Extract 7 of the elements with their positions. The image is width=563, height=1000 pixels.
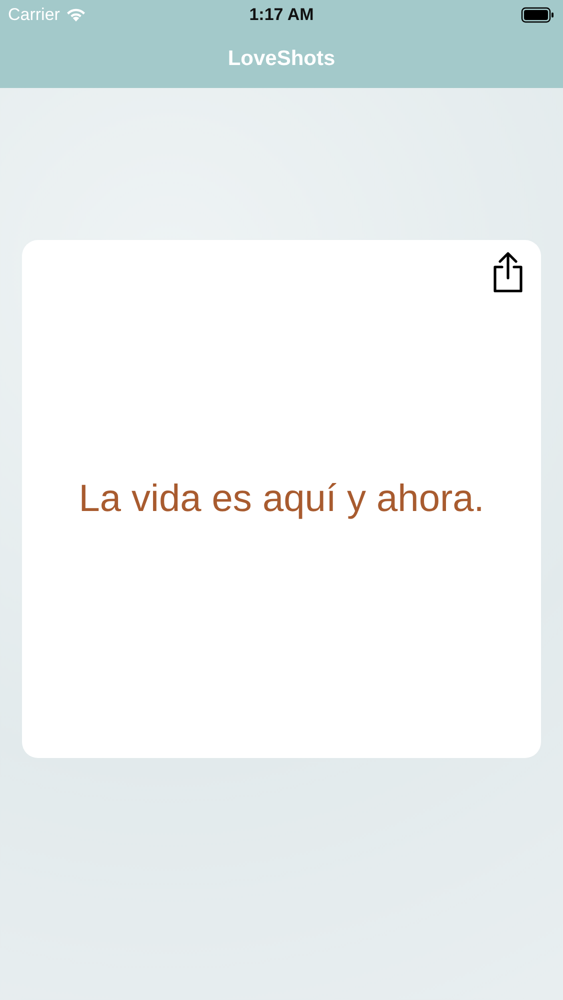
nav-title: LoveShots	[228, 47, 336, 71]
status-time: 1:17 AM	[249, 5, 314, 25]
wifi-icon	[66, 8, 86, 22]
quote-text: La vida es aquí y ahora.	[78, 478, 484, 520]
battery-icon	[521, 7, 555, 23]
share-icon[interactable]	[491, 251, 525, 293]
carrier-name: Carrier	[8, 5, 60, 25]
